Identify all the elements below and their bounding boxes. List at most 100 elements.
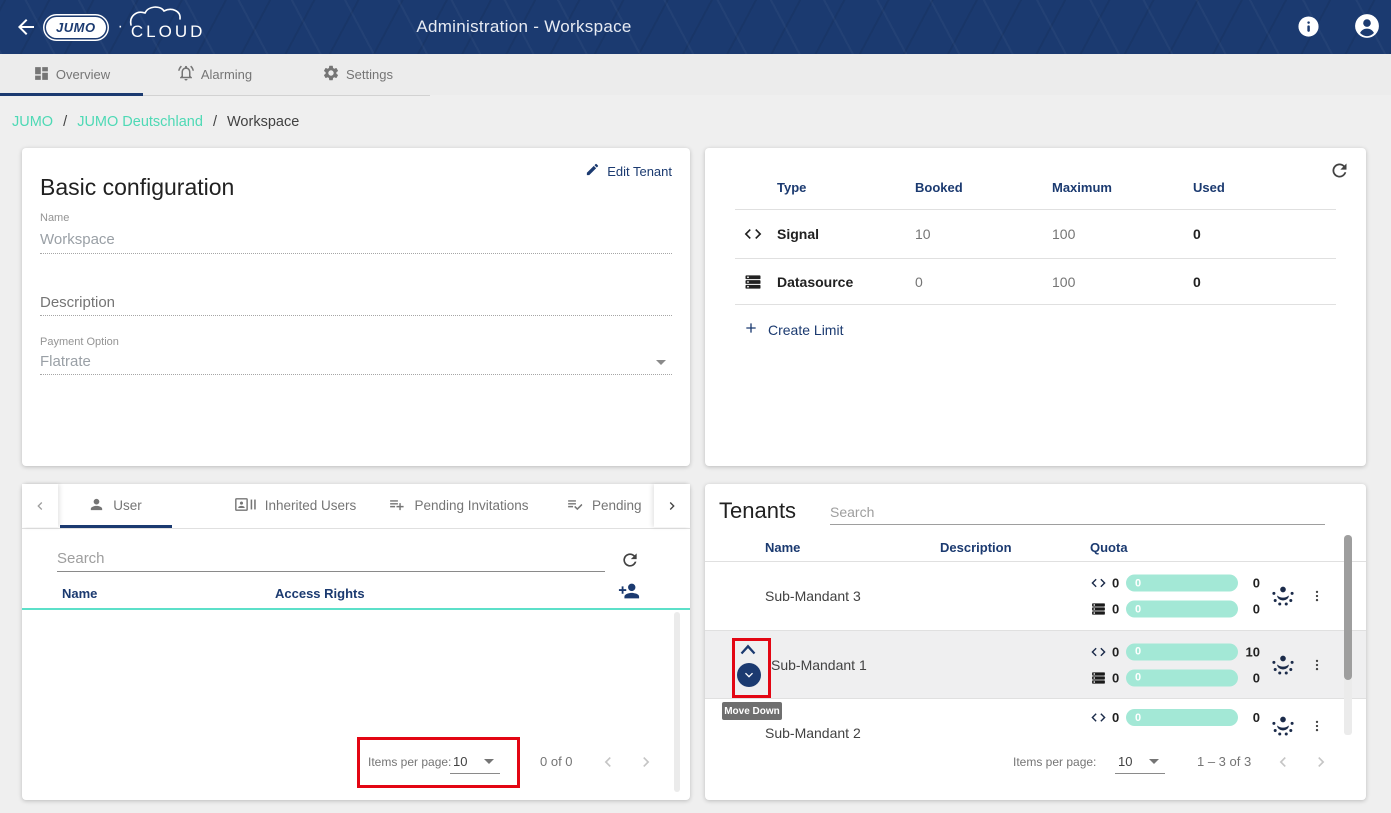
kebab-menu-icon	[1310, 586, 1324, 606]
breadcrumb: JUMO / JUMO Deutschland / Workspace	[12, 114, 299, 130]
tabs-scroll-left-button[interactable]	[22, 484, 58, 527]
tab-pending-invitations[interactable]: Pending Invitations	[377, 484, 539, 527]
users-scrollbar[interactable]	[674, 612, 680, 792]
chevron-left-icon	[32, 498, 48, 514]
tenant-row-sub-mandant-1[interactable]: Sub-Mandant 1 0 0 10 0 0 0	[705, 631, 1366, 698]
tab-overview[interactable]: Overview	[0, 54, 143, 95]
datasource-icon	[1090, 669, 1107, 686]
move-down-button[interactable]	[737, 663, 761, 687]
active-user-tab-indicator	[60, 525, 172, 528]
description-field-label[interactable]: Description	[40, 294, 115, 311]
previous-page-button[interactable]	[1273, 752, 1293, 772]
user-refresh-button[interactable]	[620, 550, 640, 575]
tenant-row-sub-mandant-2[interactable]: Sub-Mandant 2 0 0 0	[705, 699, 1366, 759]
tab-settings[interactable]: Settings	[286, 54, 429, 95]
tenant-users-button[interactable]	[1270, 713, 1296, 739]
table-header-divider	[22, 608, 690, 610]
tab-user[interactable]: User	[58, 484, 172, 527]
quota-signal: 0 0 10	[1090, 643, 1260, 660]
column-description: Description	[940, 540, 1012, 555]
column-booked: Booked	[915, 180, 963, 195]
next-page-button[interactable]	[636, 752, 656, 772]
user-tabs-strip: User Inherited Users Pending Invitations…	[22, 484, 690, 529]
account-button[interactable]	[1354, 13, 1380, 39]
column-type: Type	[777, 180, 806, 195]
chevron-right-icon	[636, 752, 656, 772]
table-row-datasource[interactable]: Datasource 0 100 0	[705, 259, 1366, 304]
chevron-left-icon	[598, 752, 618, 772]
playlist-add-icon	[387, 496, 406, 516]
chevron-down-icon[interactable]	[484, 759, 494, 764]
payment-option-select[interactable]: Flatrate	[40, 353, 91, 370]
next-page-button[interactable]	[1311, 752, 1331, 772]
breadcrumb-jumo[interactable]: JUMO	[12, 114, 53, 130]
chevron-right-icon	[664, 498, 680, 514]
users-card: User Inherited Users Pending Invitations…	[22, 484, 690, 800]
page-title: Administration - Workspace	[0, 0, 1048, 54]
tenant-row-sub-mandant-3[interactable]: Sub-Mandant 3 0 0 0 0 0 0	[705, 562, 1366, 630]
datasource-icon	[1090, 601, 1107, 618]
tenants-scrollbar-thumb[interactable]	[1344, 535, 1352, 680]
chevron-right-icon	[1311, 752, 1331, 772]
tenant-users-button[interactable]	[1270, 583, 1296, 609]
tenant-group-icon	[1270, 583, 1296, 609]
column-used: Used	[1193, 180, 1225, 195]
quota-bar: 0	[1126, 709, 1238, 726]
column-name: Name	[765, 540, 800, 555]
refresh-icon	[620, 557, 640, 574]
breadcrumb-jumo-deutschland[interactable]: JUMO Deutschland	[77, 114, 203, 130]
user-search-input[interactable]	[57, 546, 605, 572]
reorder-controls	[736, 642, 762, 663]
column-name: Name	[62, 586, 97, 601]
signal-code-icon	[743, 224, 763, 244]
active-tab-indicator	[0, 93, 143, 96]
tab-inherited-users[interactable]: Inherited Users	[207, 484, 382, 527]
table-row-signal[interactable]: Signal 10 100 0	[705, 210, 1366, 258]
account-icon	[1354, 26, 1380, 43]
kebab-menu-icon	[1310, 655, 1324, 675]
chevron-down-icon[interactable]	[656, 360, 666, 365]
tab-pending[interactable]: Pending	[565, 484, 654, 527]
quota-bar: 0	[1126, 575, 1238, 592]
move-up-button[interactable]	[737, 642, 762, 663]
add-user-button[interactable]	[618, 580, 640, 607]
quota-bar: 0	[1126, 669, 1238, 686]
page-range-label: 1 – 3 of 3	[1197, 754, 1251, 769]
description-field-underline	[40, 315, 672, 316]
name-field-underline	[40, 253, 672, 254]
quota-bar: 0	[1126, 643, 1238, 660]
playlist-check-icon	[565, 496, 584, 516]
move-down-tooltip: Move Down	[722, 702, 782, 720]
tenant-group-icon	[1270, 713, 1296, 739]
items-per-page-select[interactable]: 10	[1118, 754, 1132, 769]
tenants-search-input[interactable]	[830, 500, 1325, 525]
plus-icon	[743, 320, 759, 339]
column-quota: Quota	[1090, 540, 1128, 555]
signal-code-icon	[1090, 643, 1107, 660]
edit-tenant-button[interactable]: Edit Tenant	[585, 162, 672, 180]
section-tabbar: Overview Alarming Settings	[0, 54, 1391, 95]
refresh-button[interactable]	[1329, 160, 1350, 186]
tenant-users-button[interactable]	[1270, 652, 1296, 678]
row-menu-button[interactable]	[1310, 586, 1324, 606]
row-menu-button[interactable]	[1310, 716, 1324, 736]
create-limit-button[interactable]: Create Limit	[743, 320, 843, 339]
app-header: JUMO · CLOUD Administration - Workspace	[0, 0, 1391, 54]
quota-datasource: 0 0 0	[1090, 669, 1260, 686]
tabs-scroll-right-button[interactable]	[654, 484, 690, 527]
row-menu-button[interactable]	[1310, 655, 1324, 675]
payment-field-underline	[40, 374, 672, 375]
chevron-up-icon	[737, 642, 759, 658]
person-icon	[88, 496, 105, 516]
column-maximum: Maximum	[1052, 180, 1112, 195]
name-field-value[interactable]: Workspace	[40, 231, 115, 248]
dashboard-icon	[33, 65, 50, 85]
tab-alarming[interactable]: Alarming	[143, 54, 286, 95]
chevron-down-icon[interactable]	[1149, 759, 1159, 764]
tenants-card: Tenants Name Description Quota Sub-Manda…	[705, 484, 1366, 800]
info-button[interactable]	[1297, 15, 1320, 38]
signal-code-icon	[1090, 709, 1107, 726]
items-per-page-select[interactable]: 10	[453, 754, 467, 769]
previous-page-button[interactable]	[598, 752, 618, 772]
quota-bar: 0	[1126, 601, 1238, 618]
